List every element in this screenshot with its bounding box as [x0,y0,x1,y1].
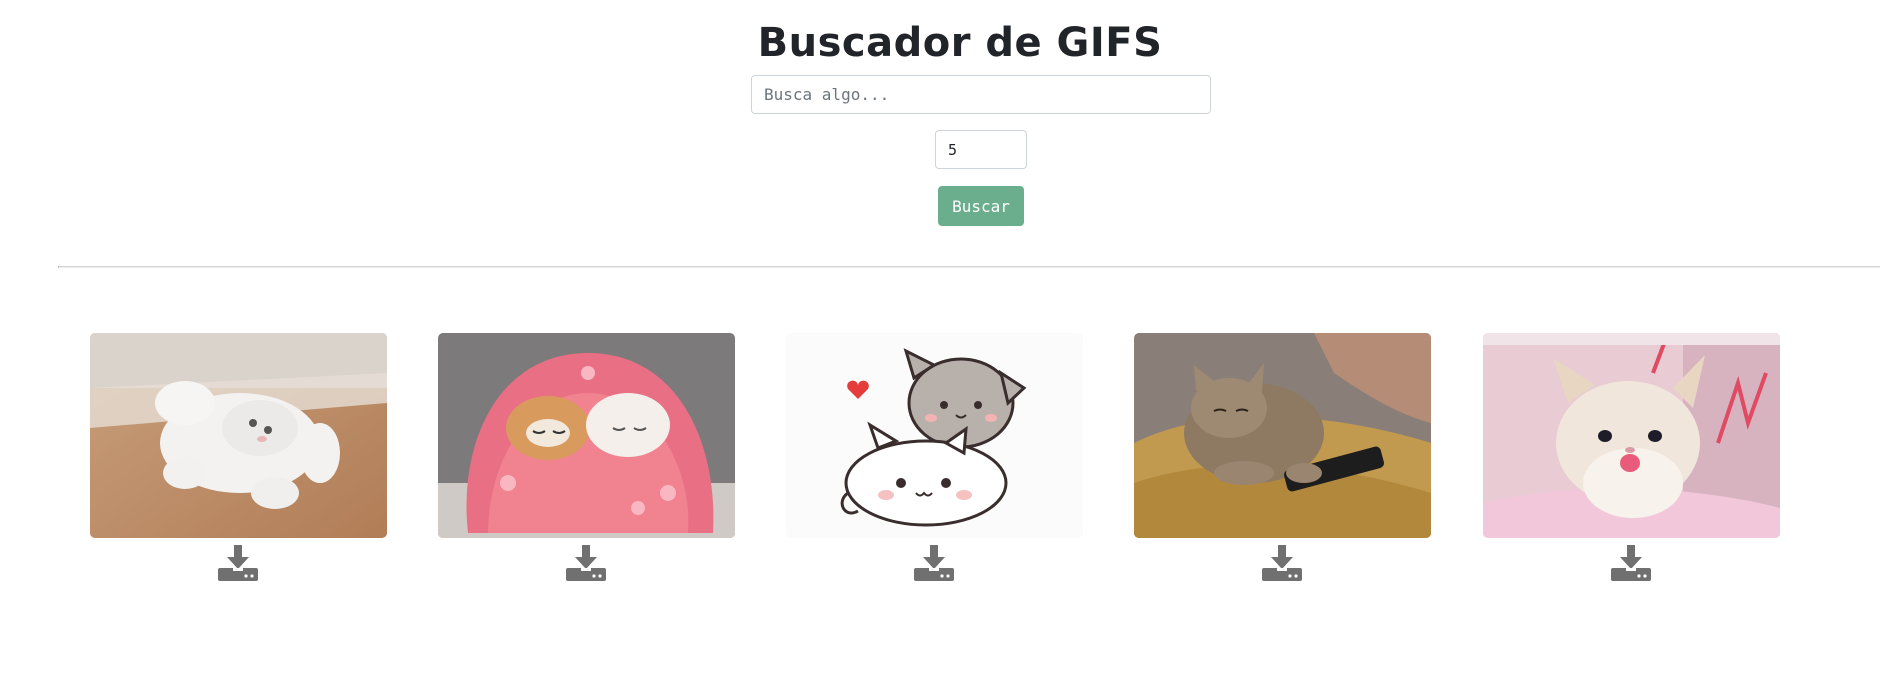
gif-card [438,333,735,583]
search-input[interactable] [751,75,1211,114]
gif-card [786,333,1083,583]
gif-image[interactable] [786,333,1083,538]
divider [58,266,1880,268]
gif-card [1483,333,1780,583]
gif-image[interactable] [438,333,735,538]
gif-image[interactable] [1134,333,1431,538]
search-button[interactable]: Buscar [938,186,1024,226]
download-icon[interactable] [1262,545,1302,581]
gif-card [1134,333,1431,583]
gif-image[interactable] [90,333,387,538]
download-icon[interactable] [1611,545,1651,581]
download-icon[interactable] [914,545,954,581]
page-title: Buscador de GIFS [757,20,1163,66]
gif-card [90,333,387,583]
download-icon[interactable] [218,545,258,581]
result-count-input[interactable] [935,130,1027,169]
gif-results-grid [0,333,1880,593]
download-icon[interactable] [566,545,606,581]
gif-image[interactable] [1483,333,1780,538]
